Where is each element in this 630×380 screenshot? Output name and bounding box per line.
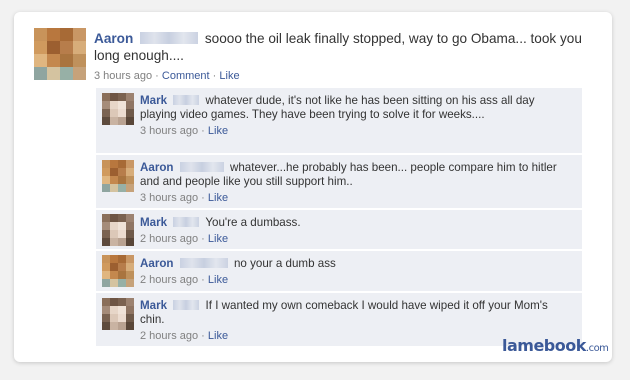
comment-text: no your a dumb ass xyxy=(233,257,336,270)
lamebook-watermark: lamebook.com xyxy=(502,336,609,355)
separator-dot: · xyxy=(201,233,205,245)
comment-content: Aaron whatever...he probably has been...… xyxy=(140,161,570,205)
avatar-mark[interactable] xyxy=(102,298,134,330)
comment-like-link[interactable]: Like xyxy=(208,330,228,342)
comment-timestamp[interactable]: 2 hours ago xyxy=(140,233,198,245)
like-link[interactable]: Like xyxy=(219,70,239,82)
comment-text: If I wanted my own comeback I would have… xyxy=(140,299,548,326)
comment-author-name[interactable]: Mark xyxy=(140,299,167,312)
redacted-surname xyxy=(173,95,200,105)
redacted-surname xyxy=(173,300,200,310)
redacted-surname xyxy=(173,217,200,227)
comment-link[interactable]: Comment xyxy=(162,70,210,82)
separator-dot: · xyxy=(201,125,205,137)
comment-item: Mark whatever dude, it's not like he has… xyxy=(96,88,582,154)
watermark-suffix: .com xyxy=(585,343,609,354)
comment-like-link[interactable]: Like xyxy=(208,125,228,137)
separator-dot: · xyxy=(155,70,159,82)
avatar-aaron-main[interactable] xyxy=(34,28,86,80)
comment-content: Mark whatever dude, it's not like he has… xyxy=(140,94,570,138)
separator-dot: · xyxy=(201,192,205,204)
post-author-name[interactable]: Aaron xyxy=(94,31,133,46)
redacted-surname xyxy=(179,162,224,172)
redacted-surname xyxy=(179,258,228,268)
post-timestamp[interactable]: 3 hours ago xyxy=(94,70,152,82)
comment-item: Mark You're a dumbass. 2 hours ago · Lik… xyxy=(96,210,582,250)
comment-timestamp[interactable]: 3 hours ago xyxy=(140,125,198,137)
comment-timestamp[interactable]: 2 hours ago xyxy=(140,274,198,286)
post-meta: 3 hours ago · Comment · Like xyxy=(94,69,594,83)
comment-meta: 3 hours ago · Like xyxy=(140,191,570,205)
comment-item: Aaron no your a dumb ass 2 hours ago · L… xyxy=(96,251,582,292)
comment-like-link[interactable]: Like xyxy=(208,233,228,245)
separator-dot: · xyxy=(212,70,217,82)
comment-text: You're a dumbass. xyxy=(205,216,301,229)
avatar-mark[interactable] xyxy=(102,214,134,246)
avatar-mark[interactable] xyxy=(102,93,134,125)
avatar-aaron[interactable] xyxy=(102,255,134,287)
comment-content: Aaron no your a dumb ass 2 hours ago · L… xyxy=(140,257,570,287)
comment-list: Mark whatever dude, it's not like he has… xyxy=(96,88,582,346)
comment-meta: 2 hours ago · Like xyxy=(140,232,570,246)
separator-dot: · xyxy=(201,274,205,286)
comment-meta: 2 hours ago · Like xyxy=(140,273,570,287)
comment-author-name[interactable]: Aaron xyxy=(140,161,174,174)
avatar-aaron[interactable] xyxy=(102,160,134,192)
redacted-surname xyxy=(140,32,199,44)
comment-meta: 3 hours ago · Like xyxy=(140,124,570,138)
comment-like-link[interactable]: Like xyxy=(208,274,228,286)
comment-content: Mark You're a dumbass. 2 hours ago · Lik… xyxy=(140,216,570,246)
comment-timestamp[interactable]: 3 hours ago xyxy=(140,192,198,204)
comment-author-name[interactable]: Mark xyxy=(140,94,167,107)
comment-timestamp[interactable]: 2 hours ago xyxy=(140,330,198,342)
comment-like-link[interactable]: Like xyxy=(208,192,228,204)
comment-author-name[interactable]: Mark xyxy=(140,216,167,229)
separator-dot: · xyxy=(201,330,205,342)
comment-author-name[interactable]: Aaron xyxy=(140,257,174,270)
post-body: Aaron soooo the oil leak finally stopped… xyxy=(94,30,594,83)
comment-item: Aaron whatever...he probably has been...… xyxy=(96,155,582,209)
watermark-brand: lamebook xyxy=(502,336,586,355)
